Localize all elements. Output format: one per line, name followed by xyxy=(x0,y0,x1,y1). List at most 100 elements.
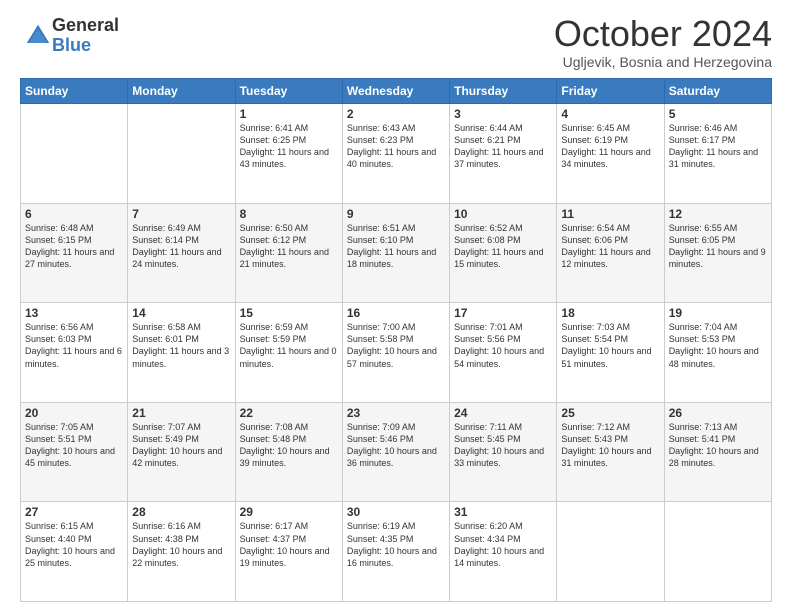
day-info: Sunrise: 7:01 AM Sunset: 5:56 PM Dayligh… xyxy=(454,321,552,370)
weekday-header: Tuesday xyxy=(235,79,342,104)
calendar-cell: 1Sunrise: 6:41 AM Sunset: 6:25 PM Daylig… xyxy=(235,104,342,204)
day-number: 29 xyxy=(240,505,338,519)
weekday-header: Sunday xyxy=(21,79,128,104)
calendar-cell: 9Sunrise: 6:51 AM Sunset: 6:10 PM Daylig… xyxy=(342,203,449,303)
day-info: Sunrise: 6:19 AM Sunset: 4:35 PM Dayligh… xyxy=(347,520,445,569)
day-info: Sunrise: 6:15 AM Sunset: 4:40 PM Dayligh… xyxy=(25,520,123,569)
day-number: 4 xyxy=(561,107,659,121)
calendar-cell xyxy=(21,104,128,204)
day-number: 17 xyxy=(454,306,552,320)
day-info: Sunrise: 6:46 AM Sunset: 6:17 PM Dayligh… xyxy=(669,122,767,171)
calendar-cell: 31Sunrise: 6:20 AM Sunset: 4:34 PM Dayli… xyxy=(450,502,557,602)
day-number: 23 xyxy=(347,406,445,420)
day-number: 22 xyxy=(240,406,338,420)
day-info: Sunrise: 6:58 AM Sunset: 6:01 PM Dayligh… xyxy=(132,321,230,370)
calendar-cell: 11Sunrise: 6:54 AM Sunset: 6:06 PM Dayli… xyxy=(557,203,664,303)
day-number: 1 xyxy=(240,107,338,121)
day-info: Sunrise: 6:48 AM Sunset: 6:15 PM Dayligh… xyxy=(25,222,123,271)
calendar-week-row: 13Sunrise: 6:56 AM Sunset: 6:03 PM Dayli… xyxy=(21,303,772,403)
day-info: Sunrise: 6:49 AM Sunset: 6:14 PM Dayligh… xyxy=(132,222,230,271)
calendar-cell: 27Sunrise: 6:15 AM Sunset: 4:40 PM Dayli… xyxy=(21,502,128,602)
calendar-cell: 25Sunrise: 7:12 AM Sunset: 5:43 PM Dayli… xyxy=(557,402,664,502)
day-info: Sunrise: 6:50 AM Sunset: 6:12 PM Dayligh… xyxy=(240,222,338,271)
calendar-cell: 8Sunrise: 6:50 AM Sunset: 6:12 PM Daylig… xyxy=(235,203,342,303)
page: General Blue October 2024 Ugljevik, Bosn… xyxy=(0,0,792,612)
day-number: 10 xyxy=(454,207,552,221)
calendar-cell: 14Sunrise: 6:58 AM Sunset: 6:01 PM Dayli… xyxy=(128,303,235,403)
day-number: 13 xyxy=(25,306,123,320)
calendar-cell: 22Sunrise: 7:08 AM Sunset: 5:48 PM Dayli… xyxy=(235,402,342,502)
day-info: Sunrise: 6:16 AM Sunset: 4:38 PM Dayligh… xyxy=(132,520,230,569)
day-info: Sunrise: 6:54 AM Sunset: 6:06 PM Dayligh… xyxy=(561,222,659,271)
calendar-week-row: 6Sunrise: 6:48 AM Sunset: 6:15 PM Daylig… xyxy=(21,203,772,303)
day-info: Sunrise: 6:20 AM Sunset: 4:34 PM Dayligh… xyxy=(454,520,552,569)
weekday-header: Monday xyxy=(128,79,235,104)
day-number: 12 xyxy=(669,207,767,221)
day-number: 9 xyxy=(347,207,445,221)
day-number: 24 xyxy=(454,406,552,420)
calendar-cell: 16Sunrise: 7:00 AM Sunset: 5:58 PM Dayli… xyxy=(342,303,449,403)
day-info: Sunrise: 7:11 AM Sunset: 5:45 PM Dayligh… xyxy=(454,421,552,470)
day-info: Sunrise: 6:59 AM Sunset: 5:59 PM Dayligh… xyxy=(240,321,338,370)
calendar-cell: 21Sunrise: 7:07 AM Sunset: 5:49 PM Dayli… xyxy=(128,402,235,502)
calendar-cell: 4Sunrise: 6:45 AM Sunset: 6:19 PM Daylig… xyxy=(557,104,664,204)
day-info: Sunrise: 6:45 AM Sunset: 6:19 PM Dayligh… xyxy=(561,122,659,171)
calendar-cell xyxy=(557,502,664,602)
calendar-cell: 18Sunrise: 7:03 AM Sunset: 5:54 PM Dayli… xyxy=(557,303,664,403)
day-info: Sunrise: 7:13 AM Sunset: 5:41 PM Dayligh… xyxy=(669,421,767,470)
calendar-cell: 17Sunrise: 7:01 AM Sunset: 5:56 PM Dayli… xyxy=(450,303,557,403)
day-info: Sunrise: 6:41 AM Sunset: 6:25 PM Dayligh… xyxy=(240,122,338,171)
day-number: 20 xyxy=(25,406,123,420)
calendar-cell: 6Sunrise: 6:48 AM Sunset: 6:15 PM Daylig… xyxy=(21,203,128,303)
day-number: 25 xyxy=(561,406,659,420)
calendar-body: 1Sunrise: 6:41 AM Sunset: 6:25 PM Daylig… xyxy=(21,104,772,602)
calendar-cell: 15Sunrise: 6:59 AM Sunset: 5:59 PM Dayli… xyxy=(235,303,342,403)
day-info: Sunrise: 7:09 AM Sunset: 5:46 PM Dayligh… xyxy=(347,421,445,470)
calendar-cell: 30Sunrise: 6:19 AM Sunset: 4:35 PM Dayli… xyxy=(342,502,449,602)
day-number: 30 xyxy=(347,505,445,519)
calendar-cell: 5Sunrise: 6:46 AM Sunset: 6:17 PM Daylig… xyxy=(664,104,771,204)
day-number: 27 xyxy=(25,505,123,519)
calendar-cell xyxy=(128,104,235,204)
day-number: 26 xyxy=(669,406,767,420)
day-number: 2 xyxy=(347,107,445,121)
weekday-header: Friday xyxy=(557,79,664,104)
day-info: Sunrise: 7:07 AM Sunset: 5:49 PM Dayligh… xyxy=(132,421,230,470)
day-number: 7 xyxy=(132,207,230,221)
weekday-header: Wednesday xyxy=(342,79,449,104)
logo-icon xyxy=(24,22,52,50)
day-info: Sunrise: 6:17 AM Sunset: 4:37 PM Dayligh… xyxy=(240,520,338,569)
calendar-week-row: 20Sunrise: 7:05 AM Sunset: 5:51 PM Dayli… xyxy=(21,402,772,502)
calendar-cell: 28Sunrise: 6:16 AM Sunset: 4:38 PM Dayli… xyxy=(128,502,235,602)
calendar-cell: 24Sunrise: 7:11 AM Sunset: 5:45 PM Dayli… xyxy=(450,402,557,502)
calendar-week-row: 1Sunrise: 6:41 AM Sunset: 6:25 PM Daylig… xyxy=(21,104,772,204)
logo-text: General Blue xyxy=(52,16,119,56)
calendar-cell: 12Sunrise: 6:55 AM Sunset: 6:05 PM Dayli… xyxy=(664,203,771,303)
day-number: 16 xyxy=(347,306,445,320)
title-block: October 2024 Ugljevik, Bosnia and Herzeg… xyxy=(554,16,772,70)
day-info: Sunrise: 7:05 AM Sunset: 5:51 PM Dayligh… xyxy=(25,421,123,470)
calendar-cell: 2Sunrise: 6:43 AM Sunset: 6:23 PM Daylig… xyxy=(342,104,449,204)
weekday-header-row: SundayMondayTuesdayWednesdayThursdayFrid… xyxy=(21,79,772,104)
day-info: Sunrise: 6:44 AM Sunset: 6:21 PM Dayligh… xyxy=(454,122,552,171)
month-title: October 2024 xyxy=(554,16,772,52)
day-number: 31 xyxy=(454,505,552,519)
logo-line1: General xyxy=(52,16,119,36)
calendar-cell: 13Sunrise: 6:56 AM Sunset: 6:03 PM Dayli… xyxy=(21,303,128,403)
day-number: 28 xyxy=(132,505,230,519)
calendar-cell: 23Sunrise: 7:09 AM Sunset: 5:46 PM Dayli… xyxy=(342,402,449,502)
calendar-cell: 3Sunrise: 6:44 AM Sunset: 6:21 PM Daylig… xyxy=(450,104,557,204)
header: General Blue October 2024 Ugljevik, Bosn… xyxy=(20,16,772,70)
calendar-cell: 26Sunrise: 7:13 AM Sunset: 5:41 PM Dayli… xyxy=(664,402,771,502)
weekday-header: Thursday xyxy=(450,79,557,104)
day-number: 11 xyxy=(561,207,659,221)
calendar-cell: 20Sunrise: 7:05 AM Sunset: 5:51 PM Dayli… xyxy=(21,402,128,502)
calendar-cell: 19Sunrise: 7:04 AM Sunset: 5:53 PM Dayli… xyxy=(664,303,771,403)
day-info: Sunrise: 6:52 AM Sunset: 6:08 PM Dayligh… xyxy=(454,222,552,271)
day-number: 3 xyxy=(454,107,552,121)
calendar-week-row: 27Sunrise: 6:15 AM Sunset: 4:40 PM Dayli… xyxy=(21,502,772,602)
weekday-header: Saturday xyxy=(664,79,771,104)
calendar-cell: 29Sunrise: 6:17 AM Sunset: 4:37 PM Dayli… xyxy=(235,502,342,602)
day-number: 5 xyxy=(669,107,767,121)
day-info: Sunrise: 7:04 AM Sunset: 5:53 PM Dayligh… xyxy=(669,321,767,370)
